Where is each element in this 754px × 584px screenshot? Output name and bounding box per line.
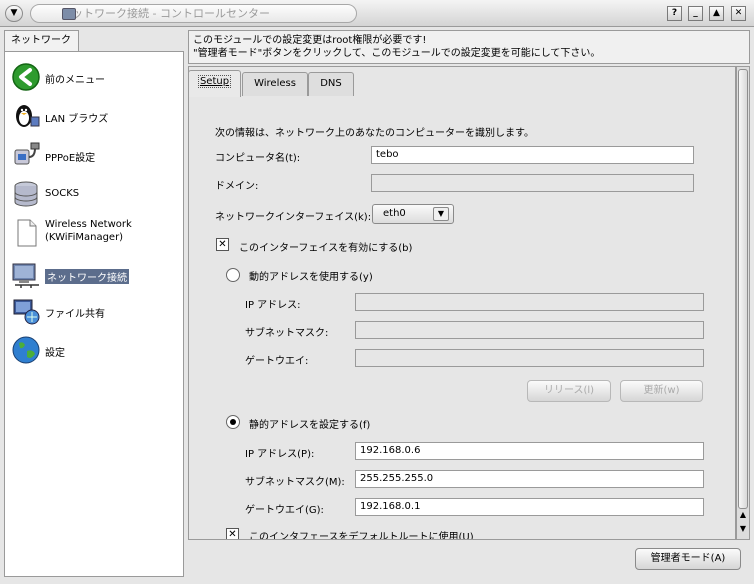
static-gateway-input[interactable]: 192.168.0.1	[355, 498, 704, 516]
shade-button[interactable]: ▲	[709, 6, 724, 21]
sidebar: 前のメニュー LAN ブラウズ PPPoE設定 SOCKS Wireless N…	[4, 51, 184, 577]
release-button[interactable]: リリース(l)	[527, 380, 611, 402]
interface-label: ネットワークインターフェイス(k):	[215, 212, 372, 223]
dynamic-subnet-label: サブネットマスク:	[245, 328, 329, 339]
static-address-label: 静的アドレスを設定する(f)	[249, 420, 371, 431]
sidebar-item-label: ネットワーク接続	[45, 269, 129, 284]
static-ip-label: IP アドレス(P):	[245, 449, 315, 460]
dropdown-arrow-icon: ▼	[433, 207, 449, 221]
domain-label: ドメイン:	[215, 181, 259, 192]
sidebar-item-label: LAN ブラウズ	[45, 114, 109, 125]
tab-setup-label: Setup	[197, 75, 232, 88]
renew-button[interactable]: 更新(w)	[620, 380, 703, 402]
close-button[interactable]: ✕	[731, 6, 746, 21]
default-route-label: このインタフェースをデフォルトルートに使用(U)	[249, 532, 474, 539]
enable-interface-checkbox[interactable]: ✕	[216, 238, 229, 251]
dynamic-address-label: 動的アドレスを使用する(y)	[249, 272, 373, 283]
document-icon	[17, 219, 37, 247]
computer-name-input[interactable]: tebo	[371, 146, 694, 164]
static-ip-input[interactable]: 192.168.0.6	[355, 442, 704, 460]
static-subnet-input[interactable]: 255.255.255.0	[355, 470, 704, 488]
sidebar-item-wireless[interactable]: Wireless Network (KWiFiManager)	[5, 216, 183, 256]
interface-select-value: eth0	[383, 208, 406, 219]
tab-dns[interactable]: DNS	[308, 72, 354, 96]
notice-line-1: このモジュールでの設定変更はroot権限が必要です!	[193, 35, 427, 46]
interface-select[interactable]: eth0 ▼	[372, 204, 454, 224]
network-plug-icon	[14, 142, 40, 165]
admin-mode-button[interactable]: 管理者モード(A)	[635, 548, 741, 570]
sidebar-tab[interactable]: ネットワーク	[4, 30, 79, 52]
static-subnet-label: サブネットマスク(M):	[245, 477, 345, 488]
database-icon	[14, 181, 38, 207]
dynamic-gateway-label: ゲートウエイ:	[245, 356, 309, 367]
network-window-icon	[62, 8, 76, 20]
scrollbar-thumb[interactable]	[738, 69, 748, 509]
file-share-icon	[13, 299, 40, 325]
minimize-button[interactable]: _	[688, 6, 703, 21]
dynamic-subnet-input[interactable]	[355, 321, 704, 339]
computer-name-label: コンピュータ名(t):	[215, 153, 301, 164]
scroll-up-icon[interactable]: ▲	[738, 509, 748, 521]
sidebar-item-network-connection[interactable]: ネットワーク接続	[5, 258, 183, 294]
static-gateway-label: ゲートウエイ(G):	[245, 505, 324, 516]
window-title: ネットワーク接続 - コントロールセンター	[30, 4, 357, 23]
dynamic-address-radio[interactable]	[226, 268, 240, 282]
tab-setup[interactable]: Setup	[188, 70, 241, 97]
root-permission-notice: このモジュールでの設定変更はroot権限が必要です! "管理者モード"ボタンをク…	[188, 30, 750, 64]
sidebar-item-label: ファイル共有	[45, 309, 105, 320]
dynamic-ip-input[interactable]	[355, 293, 704, 311]
domain-input[interactable]	[371, 174, 694, 192]
globe-icon	[12, 336, 40, 364]
penguin-icon	[16, 105, 40, 127]
sidebar-item-label: Wireless Network (KWiFiManager)	[45, 219, 132, 243]
sidebar-item-lan-browse[interactable]: LAN ブラウズ	[5, 99, 183, 135]
clipped-row: ✕ このインタフェースをデフォルトルートに使用(U)	[188, 526, 736, 539]
static-address-radio[interactable]	[226, 415, 240, 429]
dynamic-gateway-input[interactable]	[355, 349, 704, 367]
sidebar-item-back[interactable]: 前のメニュー	[5, 60, 183, 96]
intro-text: 次の情報は、ネットワーク上のあなたのコンピューターを識別します。	[215, 128, 534, 139]
title-bar: ▼ ネットワーク接続 - コントロールセンター ? _ ▲ ✕	[0, 0, 754, 27]
sidebar-item-label: PPPoE設定	[45, 153, 96, 164]
sidebar-item-label: 前のメニュー	[45, 75, 105, 86]
back-arrow-icon	[12, 63, 40, 91]
sidebar-item-label: SOCKS	[45, 188, 80, 199]
tab-wireless[interactable]: Wireless	[242, 72, 308, 96]
help-button[interactable]: ?	[667, 6, 682, 21]
sidebar-item-pppoe[interactable]: PPPoE設定	[5, 138, 183, 174]
vertical-scrollbar[interactable]: ▲ ▼	[736, 66, 750, 540]
sidebar-item-label: 設定	[45, 348, 65, 359]
sidebar-item-settings[interactable]: 設定	[5, 333, 183, 369]
notice-line-2: "管理者モード"ボタンをクリックして、このモジュールでの設定変更を可能にして下さ…	[193, 48, 601, 59]
tab-wireless-label: Wireless	[254, 78, 296, 89]
default-route-checkbox[interactable]: ✕	[226, 528, 239, 539]
sidebar-item-file-sharing[interactable]: ファイル共有	[5, 294, 183, 330]
tab-dns-label: DNS	[320, 78, 342, 89]
dynamic-ip-label: IP アドレス:	[245, 300, 301, 311]
window-menu-button[interactable]: ▼	[5, 5, 23, 22]
sidebar-item-socks[interactable]: SOCKS	[5, 177, 183, 213]
scroll-down-icon[interactable]: ▼	[738, 523, 748, 535]
network-monitor-icon	[12, 263, 39, 288]
enable-interface-label: このインターフェイスを有効にする(b)	[239, 243, 413, 254]
